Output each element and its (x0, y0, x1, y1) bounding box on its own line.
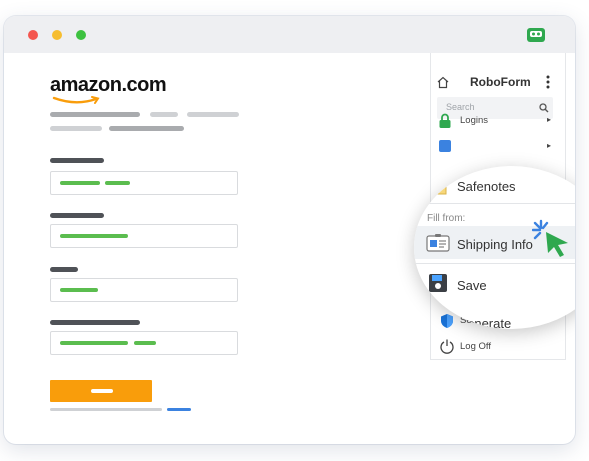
menu-item-label: Generate (457, 316, 512, 329)
filled-value (105, 181, 130, 185)
submit-button[interactable] (50, 380, 152, 402)
menu-divider (414, 203, 575, 204)
power-icon (440, 339, 454, 354)
floppy-disk-icon (429, 274, 447, 292)
amazon-smile-icon (52, 96, 100, 104)
note-icon (429, 173, 447, 195)
field-label (50, 213, 104, 218)
cursor-arrow-icon (532, 219, 568, 257)
home-icon[interactable] (436, 76, 450, 89)
fill-from-label: Fill from: (427, 213, 466, 224)
menu-divider (414, 263, 575, 264)
close-window-dot[interactable] (28, 30, 38, 40)
chevron-right-icon: ▸ (547, 141, 552, 150)
browser-window: amazon.com RoboForm Search Logins ▸ ▸ Lo… (4, 16, 575, 444)
form-field[interactable] (50, 278, 238, 302)
form-field[interactable] (50, 224, 238, 248)
field-label (50, 158, 104, 163)
title-bar (4, 16, 575, 53)
id-card-icon (426, 234, 450, 252)
panel-title: RoboForm (470, 75, 531, 89)
filled-value (134, 341, 156, 345)
maximize-window-dot[interactable] (76, 30, 86, 40)
footer-link[interactable] (167, 408, 191, 411)
placeholder-text-line (50, 126, 102, 131)
menu-item-label: Logins (460, 115, 488, 126)
generate-icon (431, 306, 438, 317)
footer-line (50, 408, 162, 411)
search-icon[interactable] (539, 103, 549, 113)
placeholder-text-line (187, 112, 239, 117)
filled-value (60, 341, 128, 345)
menu-item-label: Safenotes (457, 179, 516, 194)
menu-item-label: Shipping Info (457, 237, 533, 252)
form-field[interactable] (50, 171, 238, 195)
kebab-menu-icon[interactable] (545, 75, 551, 89)
field-label (50, 267, 78, 272)
form-field[interactable] (50, 331, 238, 355)
menu-item-label: Save (457, 278, 487, 293)
button-label-placeholder (91, 389, 113, 393)
minimize-window-dot[interactable] (52, 30, 62, 40)
search-input[interactable]: Search (437, 97, 553, 119)
amazon-logo[interactable]: amazon.com (50, 74, 167, 97)
bookmark-icon (439, 140, 451, 152)
filled-value (60, 181, 100, 185)
field-label (50, 320, 140, 325)
lock-icon (439, 113, 451, 128)
filled-value (60, 288, 98, 292)
placeholder-text-line (109, 126, 184, 131)
chevron-right-icon: ▸ (547, 115, 552, 124)
menu-item-label: Log Off (460, 341, 491, 352)
filled-value (60, 234, 128, 238)
search-placeholder: Search (446, 102, 475, 112)
magnified-menu-callout: Safenotes Fill from: Shipping Info Save (414, 166, 575, 329)
roboform-extension-icon[interactable] (526, 25, 546, 45)
placeholder-text-line (50, 112, 140, 117)
placeholder-text-line (150, 112, 178, 117)
